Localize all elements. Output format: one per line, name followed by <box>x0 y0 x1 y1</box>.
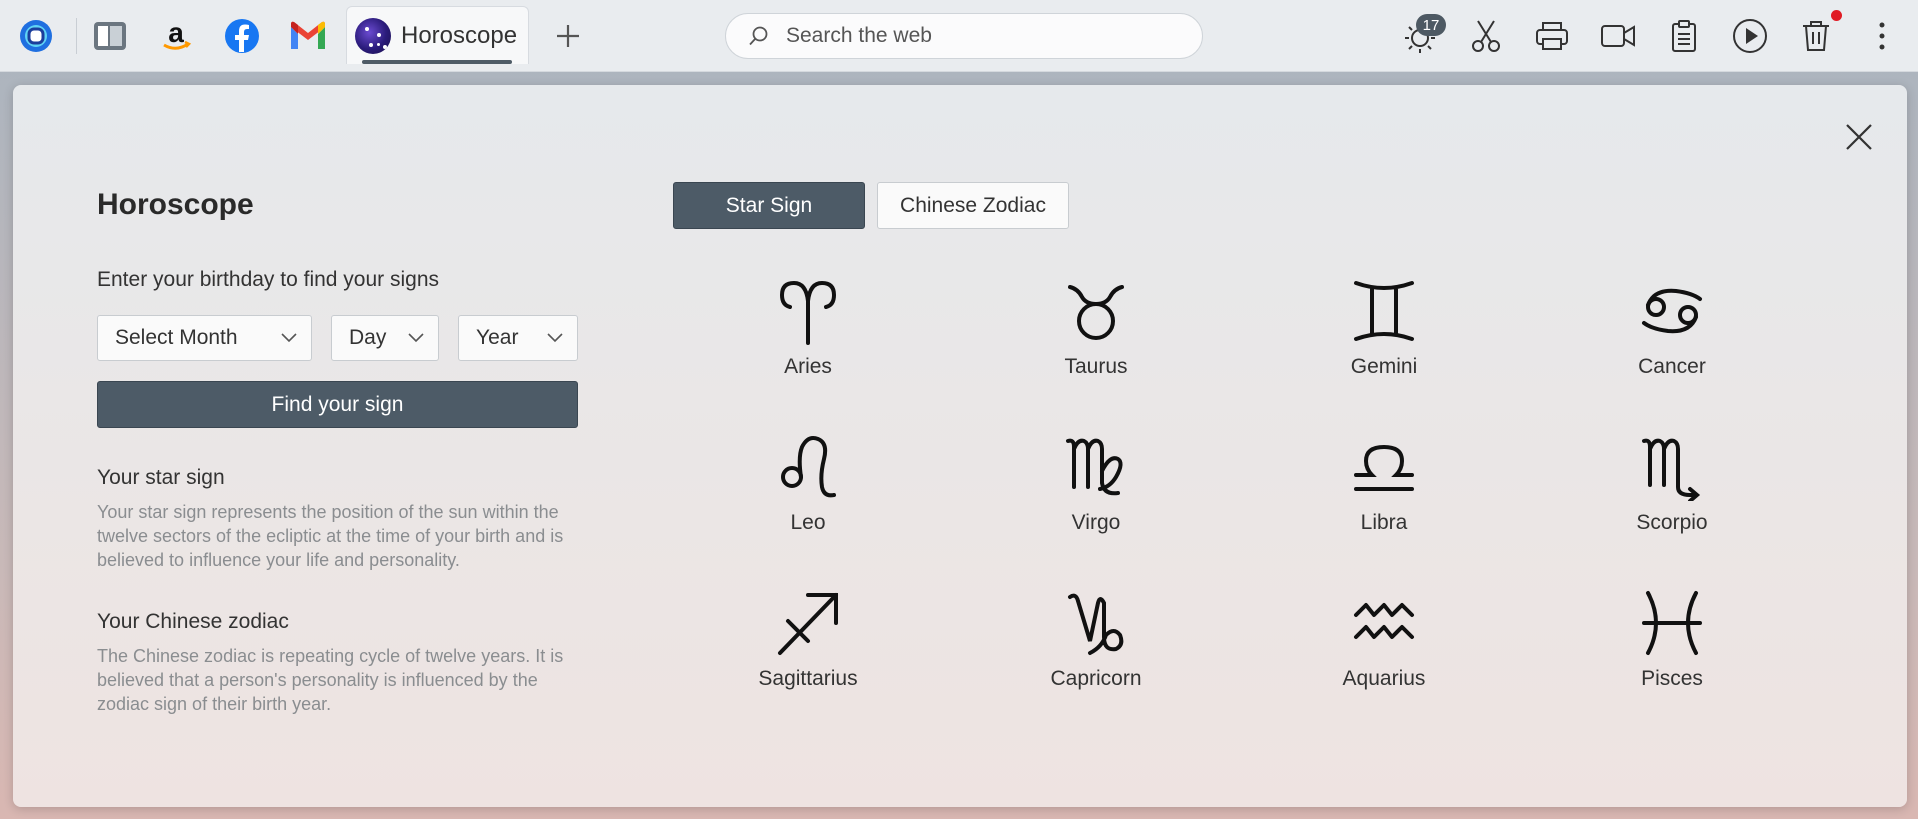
sign-label: Libra <box>1360 511 1408 534</box>
new-tab-plus-icon[interactable] <box>546 14 590 58</box>
sign-taurus[interactable]: Taurus <box>996 277 1196 397</box>
cancer-icon <box>1642 288 1702 334</box>
chevron-down-icon <box>281 333 297 343</box>
sign-pisces[interactable]: Pisces <box>1572 589 1772 709</box>
sign-label: Cancer <box>1638 355 1706 378</box>
sign-virgo[interactable]: Virgo <box>996 433 1196 553</box>
scorpio-icon <box>1642 438 1701 501</box>
capricorn-icon <box>1068 593 1124 655</box>
sign-label: Leo <box>790 511 826 534</box>
facebook-icon[interactable] <box>220 14 264 58</box>
search-input[interactable] <box>786 24 1166 48</box>
sign-label: Taurus <box>1064 355 1128 378</box>
tab-chinese-zodiac[interactable]: Chinese Zodiac <box>877 182 1069 229</box>
sidebar-panel-icon[interactable] <box>88 14 132 58</box>
active-tab-indicator <box>362 60 512 64</box>
taurus-icon <box>1068 285 1124 340</box>
star-sign-description: Your star sign represents the position o… <box>97 502 564 570</box>
sign-gemini[interactable]: Gemini <box>1284 277 1484 397</box>
day-select[interactable]: Day <box>331 315 439 361</box>
sign-scorpio[interactable]: Scorpio <box>1572 433 1772 553</box>
trash-icon[interactable] <box>1794 14 1838 58</box>
alert-dot <box>1831 10 1842 21</box>
sign-capricorn[interactable]: Capricorn <box>996 589 1196 709</box>
sign-label: Scorpio <box>1636 511 1708 534</box>
year-select[interactable]: Year <box>458 315 578 361</box>
sign-label: Capricorn <box>1050 667 1142 690</box>
year-select-value: Year <box>476 326 519 349</box>
gmail-icon[interactable] <box>286 14 330 58</box>
amazon-icon[interactable]: a <box>154 14 198 58</box>
svg-text:a: a <box>168 18 184 48</box>
search-icon <box>749 26 768 46</box>
sign-label: Sagittarius <box>758 667 858 690</box>
sign-leo[interactable]: Leo <box>708 433 908 553</box>
tab-horoscope[interactable]: Horoscope <box>346 6 529 64</box>
libra-icon <box>1354 444 1414 491</box>
toolbar-separator <box>76 18 77 54</box>
print-icon[interactable] <box>1530 14 1574 58</box>
chevron-down-icon <box>408 333 424 343</box>
horoscope-favicon-icon <box>355 17 391 54</box>
browser-logo-icon[interactable] <box>14 14 58 58</box>
tab-title: Horoscope <box>401 21 518 49</box>
sign-label: Virgo <box>1071 511 1121 534</box>
sign-sagittarius[interactable]: Sagittarius <box>708 589 908 709</box>
sign-libra[interactable]: Libra <box>1284 433 1484 553</box>
video-camera-icon[interactable] <box>1596 14 1640 58</box>
gemini-icon <box>1354 281 1414 341</box>
leo-icon <box>781 436 836 498</box>
tab-star-sign[interactable]: Star Sign <box>673 182 865 229</box>
close-icon[interactable] <box>1839 117 1879 157</box>
pisces-icon <box>1642 591 1702 655</box>
sign-label: Aries <box>784 355 832 378</box>
sagittarius-icon <box>778 593 838 655</box>
day-select-value: Day <box>349 326 387 349</box>
horoscope-panel: Horoscope Enter your birthday to find yo… <box>13 85 1907 807</box>
month-select[interactable]: Select Month <box>97 315 312 361</box>
browser-toolbar: a Horoscope 17 <box>0 0 1918 72</box>
chinese-zodiac-description: The Chinese zodiac is repeating cycle of… <box>97 646 564 714</box>
sign-label: Gemini <box>1350 355 1418 378</box>
find-your-sign-button[interactable]: Find your sign <box>97 381 578 428</box>
scissors-icon[interactable] <box>1464 14 1508 58</box>
aquarius-icon <box>1354 603 1414 639</box>
web-search-box[interactable] <box>725 13 1203 59</box>
clipboard-icon[interactable] <box>1662 14 1706 58</box>
chevron-down-icon <box>547 333 563 343</box>
sign-cancer[interactable]: Cancer <box>1572 277 1772 397</box>
month-select-value: Select Month <box>115 326 238 349</box>
virgo-icon <box>1066 438 1123 496</box>
birthday-prompt: Enter your birthday to find your signs <box>97 268 440 291</box>
sign-aries[interactable]: Aries <box>708 277 908 397</box>
star-sign-heading: Your star sign <box>97 466 225 489</box>
more-options-icon[interactable] <box>1860 14 1904 58</box>
chinese-zodiac-heading: Your Chinese zodiac <box>97 610 289 633</box>
aries-icon <box>779 280 837 345</box>
sign-label: Pisces <box>1641 667 1703 690</box>
page-title: Horoscope <box>97 188 254 221</box>
sign-aquarius[interactable]: Aquarius <box>1284 589 1484 709</box>
sign-label: Aquarius <box>1342 667 1426 690</box>
notification-count-badge: 17 <box>1416 14 1446 36</box>
play-icon[interactable] <box>1728 14 1772 58</box>
